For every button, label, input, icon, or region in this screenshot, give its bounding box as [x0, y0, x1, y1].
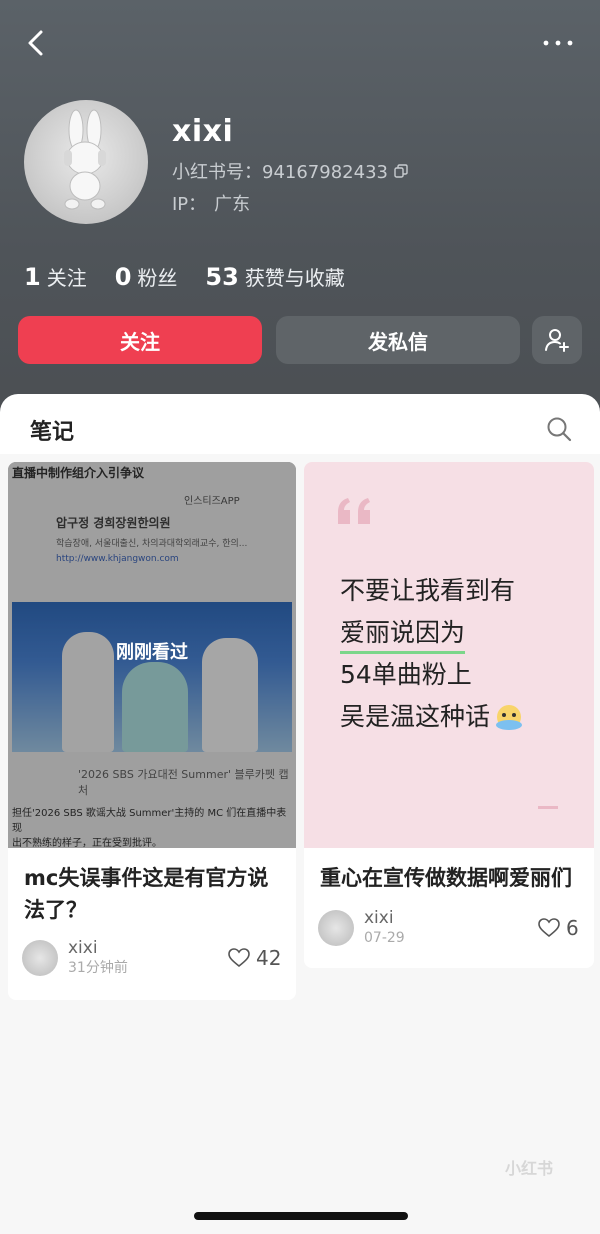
- author-avatar: [22, 940, 58, 976]
- account-id-row: 小红书号：94167982433: [172, 158, 408, 184]
- note-title-line: 法了？: [24, 898, 87, 922]
- note-title-line: mc失误事件这是有官方说: [24, 866, 269, 890]
- tab-bar: 笔记: [0, 394, 600, 454]
- quote-mark-icon: [338, 498, 370, 524]
- add-user-icon: [545, 329, 569, 352]
- note-time: 07-29: [364, 930, 405, 946]
- quote-line: 54单曲粉上: [340, 660, 472, 689]
- author-name: xixi: [364, 908, 394, 928]
- home-indicator[interactable]: [194, 1212, 408, 1220]
- crying-emoji-icon: [496, 705, 523, 730]
- heart-icon: [228, 948, 250, 968]
- author-name: xixi: [68, 938, 98, 958]
- more-icon[interactable]: [542, 38, 574, 48]
- stats-row: 1 关注 0 粉丝 53 获赞与收藏: [24, 262, 345, 291]
- like-button[interactable]: 42: [228, 946, 281, 970]
- stat-following[interactable]: 1 关注: [24, 262, 87, 291]
- back-icon[interactable]: [22, 28, 52, 58]
- search-icon[interactable]: [546, 416, 572, 442]
- note-cover-image[interactable]: 不要让我看到有 爱丽说因为 54单曲粉上 吴是温这种话: [304, 462, 594, 848]
- ip-location: IP： 广东: [172, 190, 250, 216]
- profile-header: xixi 小红书号：94167982433 IP： 广东 1 关注 0 粉丝 53 获…: [0, 0, 600, 420]
- quote-line: 爱丽说因为: [340, 615, 466, 654]
- quote-text: 不要让我看到有 爱丽说因为 54单曲粉上 吴是温这种话: [340, 570, 524, 738]
- note-card[interactable]: 直播中制作组介入引争议 인스티즈APP 압구정 경희장원한의원 학습장애, 서울…: [8, 462, 296, 1000]
- note-author[interactable]: xixi 07-29: [318, 908, 405, 948]
- heart-icon: [538, 918, 560, 938]
- copy-icon[interactable]: [394, 164, 408, 178]
- tab-notes[interactable]: 笔记: [30, 414, 74, 446]
- account-id: 小红书号：94167982433: [172, 162, 388, 183]
- stat-followers[interactable]: 0 粉丝: [115, 262, 178, 291]
- stat-value: 53: [205, 263, 239, 291]
- author-avatar: [318, 910, 354, 946]
- note-cover-image[interactable]: 直播中制作组介入引争议 인스티즈APP 압구정 경희장원한의원 학습장애, 서울…: [8, 462, 296, 848]
- stat-value: 0: [114, 263, 132, 291]
- watermark: 小红书: [505, 1159, 554, 1178]
- note-author[interactable]: xixi 31分钟前: [22, 938, 128, 978]
- like-count: 42: [256, 946, 282, 970]
- quote-line: 不要让我看到有: [340, 576, 516, 605]
- stat-label: 粉丝: [137, 266, 178, 290]
- note-title: mc失误事件这是有官方说 法了？: [24, 862, 268, 926]
- ip-value: 广东: [214, 194, 251, 215]
- follow-button[interactable]: 关注: [18, 316, 262, 364]
- stat-label: 获赞与收藏: [244, 266, 345, 290]
- quote-line: 吴是温这种话: [340, 702, 491, 731]
- like-count: 6: [566, 916, 579, 940]
- bunny-avatar-image: [64, 109, 106, 210]
- avatar[interactable]: [24, 100, 148, 224]
- stat-label: 关注: [46, 266, 87, 290]
- stat-value: 1: [24, 263, 41, 291]
- like-button[interactable]: 6: [538, 916, 579, 940]
- decor-dash: [538, 806, 558, 809]
- recently-viewed-label: 刚刚看过: [116, 642, 188, 663]
- note-card[interactable]: 不要让我看到有 爱丽说因为 54单曲粉上 吴是温这种话 重心在宣传做数据啊爱丽们…: [304, 462, 594, 968]
- username: xixi: [172, 114, 234, 149]
- ip-label: IP：: [172, 194, 207, 215]
- note-title: 重心在宣传做数据啊爱丽们: [320, 866, 572, 890]
- note-time: 31分钟前: [68, 960, 128, 976]
- message-button[interactable]: 发私信: [276, 316, 520, 364]
- add-friend-button[interactable]: [532, 316, 582, 364]
- stat-likes-collects[interactable]: 53 获赞与收藏: [205, 262, 344, 291]
